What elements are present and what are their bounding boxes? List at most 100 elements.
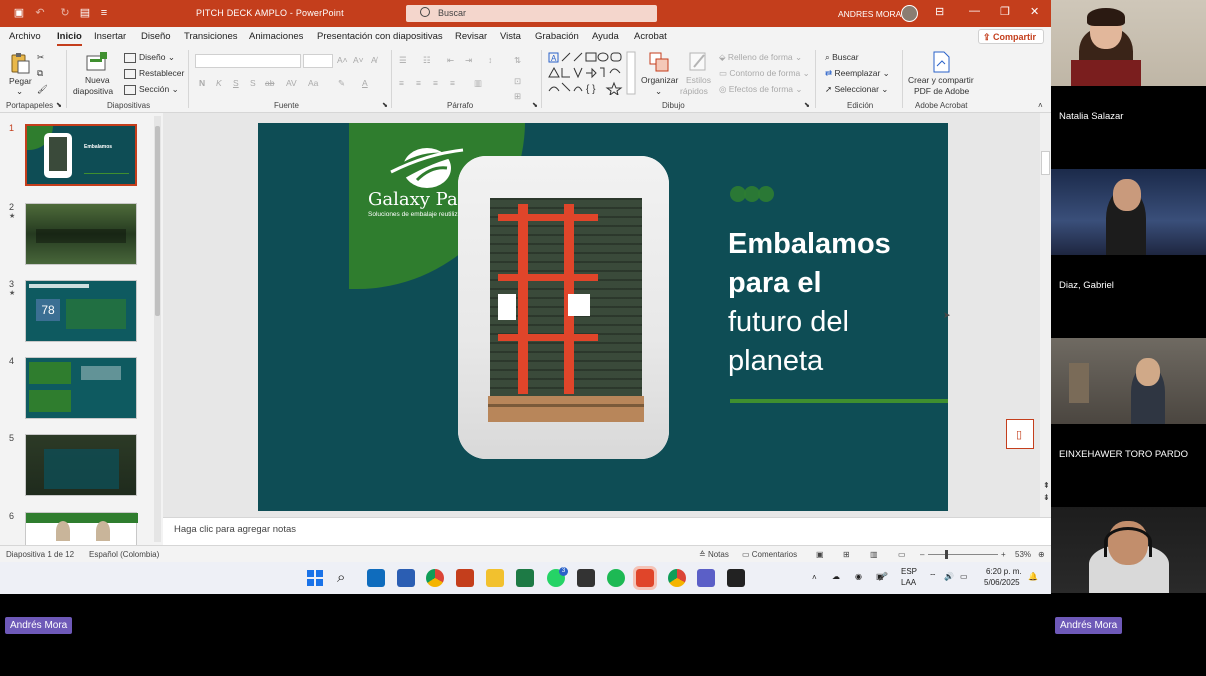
zoom-out-icon[interactable]: – xyxy=(920,550,924,559)
numbering-icon[interactable]: ☷ xyxy=(423,55,431,66)
participant-tile[interactable] xyxy=(1051,507,1206,676)
arrange-icon[interactable] xyxy=(648,51,670,73)
replace-button[interactable]: ⇄ Reemplazar ⌄ xyxy=(825,68,890,79)
language-indicator[interactable]: Español (Colombia) xyxy=(89,550,159,559)
tab-revisar[interactable]: Revisar xyxy=(455,31,487,42)
arrange-button[interactable]: Organizar xyxy=(641,75,678,85)
normal-view-icon[interactable]: ▣ xyxy=(816,550,824,559)
align-right-icon[interactable]: ≡ xyxy=(433,78,438,88)
ribbon-display-icon[interactable]: ⊟ xyxy=(935,5,944,18)
customize-icon[interactable]: ≡ xyxy=(97,6,111,20)
section-button[interactable]: Sección ⌄ xyxy=(124,84,179,95)
quick-styles-label2[interactable]: rápidos xyxy=(680,86,708,96)
redo-icon[interactable]: ↻ xyxy=(58,6,72,20)
quick-styles-button[interactable]: Estilos xyxy=(686,75,711,85)
save-icon[interactable]: ▣ xyxy=(12,6,26,20)
slideshow-icon[interactable]: ▭ xyxy=(898,550,906,559)
zoom-thumb[interactable] xyxy=(945,550,948,559)
word-icon[interactable] xyxy=(397,569,415,587)
next-slide-icon[interactable]: ⇟ xyxy=(1043,493,1050,502)
slide-thumbnail-4[interactable] xyxy=(25,357,137,419)
create-pdf-button[interactable]: Crear y compartir xyxy=(908,75,974,85)
shadow-button[interactable]: S xyxy=(250,78,256,88)
bold-button[interactable]: N xyxy=(199,78,205,88)
format-painter-icon[interactable]: 🖌 xyxy=(37,84,48,95)
file-explorer-icon[interactable] xyxy=(486,569,504,587)
underline-button[interactable]: S xyxy=(233,78,239,88)
onedrive-icon[interactable]: ☁ xyxy=(832,572,840,581)
chrome-icon[interactable] xyxy=(426,569,444,587)
new-slide-label2[interactable]: diapositiva xyxy=(73,86,113,96)
reading-view-icon[interactable]: ▥ xyxy=(870,550,878,559)
collapse-ribbon-icon[interactable]: ˄ xyxy=(1038,101,1043,110)
slide-thumbnail-5[interactable] xyxy=(25,434,137,496)
tab-acrobat[interactable]: Acrobat xyxy=(634,31,667,42)
outlook-new-icon[interactable] xyxy=(633,566,657,590)
slide-1[interactable]: Galaxy Pack Soluciones de embalaje reuti… xyxy=(258,123,948,511)
clock-time[interactable]: 6:20 p. m. xyxy=(986,567,1022,576)
participant-tile[interactable]: Diaz, Gabriel xyxy=(1051,169,1206,338)
select-button[interactable]: ➚ Seleccionar ⌄ xyxy=(825,84,888,95)
tray-overflow-icon[interactable]: ˄ xyxy=(812,573,817,582)
font-size-field[interactable] xyxy=(303,54,333,68)
participant-tile[interactable]: Natalia Salazar xyxy=(1051,0,1206,169)
align-center-icon[interactable]: ≡ xyxy=(416,78,421,88)
wifi-icon[interactable]: ⌔ xyxy=(929,572,937,582)
windows-start-icon[interactable] xyxy=(306,569,324,587)
slide-sorter-icon[interactable]: ⊞ xyxy=(843,550,850,559)
participant-tile[interactable]: EINXEHAWER TORO PARDO xyxy=(1051,338,1206,507)
chrome-profile-icon[interactable] xyxy=(668,569,686,587)
fit-slide-icon[interactable]: ⊕ xyxy=(1038,550,1045,559)
dibujo-launcher-icon[interactable]: ⬊ xyxy=(804,101,810,109)
spotify-icon[interactable] xyxy=(607,569,625,587)
tab-vista[interactable]: Vista xyxy=(500,31,521,42)
notes-button[interactable]: ≙ Notas xyxy=(699,550,729,559)
defender-icon[interactable]: ◉ xyxy=(855,572,862,581)
present-icon[interactable]: ▤ xyxy=(78,6,92,20)
tab-grabacion[interactable]: Grabación xyxy=(535,31,579,42)
line-spacing-icon[interactable]: ↕ xyxy=(488,55,492,65)
tab-inicio[interactable]: Inicio xyxy=(57,31,82,46)
slide-thumbnail-2[interactable] xyxy=(25,203,137,265)
slide-thumbnail-3[interactable]: 78 xyxy=(25,280,137,342)
align-left-icon[interactable]: ≡ xyxy=(399,78,404,88)
excel-icon[interactable] xyxy=(516,569,534,587)
zoom-in-icon[interactable]: + xyxy=(1001,550,1006,559)
justify-icon[interactable]: ≡ xyxy=(450,78,455,88)
outlook-icon[interactable] xyxy=(367,569,385,587)
clock-date[interactable]: 5/06/2025 xyxy=(984,578,1020,587)
decrease-indent-icon[interactable]: ⇤ xyxy=(447,55,454,66)
teams-icon[interactable] xyxy=(697,569,715,587)
minimize-icon[interactable]: — xyxy=(969,5,980,17)
grow-font-icon[interactable]: A˄ xyxy=(337,55,348,65)
avatar[interactable] xyxy=(901,5,918,22)
search-box[interactable]: Buscar xyxy=(406,5,657,22)
language-top[interactable]: ESP xyxy=(901,567,917,576)
tab-transiciones[interactable]: Transiciones xyxy=(184,31,238,42)
notes-pane[interactable]: Haga clic para agregar notas xyxy=(163,517,1051,545)
font-color-icon[interactable]: A xyxy=(362,78,368,88)
shapes-gallery-icon[interactable]: A { } xyxy=(548,51,636,95)
thumbnails-scrollbar[interactable] xyxy=(154,116,161,542)
change-case-button[interactable]: Aa xyxy=(308,78,318,88)
spacing-button[interactable]: AV xyxy=(286,78,297,88)
slide-thumbnail-1[interactable]: Embalamos xyxy=(25,124,137,186)
canvas-scrollbar[interactable]: ⇞ ⇟ xyxy=(1040,113,1051,517)
restore-icon[interactable]: ❐ xyxy=(1000,5,1010,18)
shape-effects-button[interactable]: ◎ Efectos de forma ⌄ xyxy=(719,84,803,95)
font-name-field[interactable] xyxy=(195,54,301,68)
acrobat-icon[interactable] xyxy=(727,569,745,587)
tab-insertar[interactable]: Insertar xyxy=(94,31,126,42)
bullets-icon[interactable]: ☰ xyxy=(399,55,407,66)
account-name[interactable]: ANDRES MORA xyxy=(838,9,901,19)
italic-button[interactable]: K xyxy=(216,78,222,88)
battery-icon[interactable]: ▭ xyxy=(960,572,968,581)
fuente-launcher-icon[interactable]: ⬊ xyxy=(382,101,388,109)
paste-icon[interactable] xyxy=(9,52,31,74)
volume-icon[interactable]: 🔊 xyxy=(944,572,954,581)
paste-button[interactable]: Pegar xyxy=(9,76,32,86)
tab-diseno[interactable]: Diseño xyxy=(141,31,171,42)
arrange-dropdown-icon[interactable]: ⌄ xyxy=(655,86,662,97)
notification-icon[interactable]: 🔔 xyxy=(1028,572,1038,581)
cut-icon[interactable]: ✂ xyxy=(37,52,44,63)
